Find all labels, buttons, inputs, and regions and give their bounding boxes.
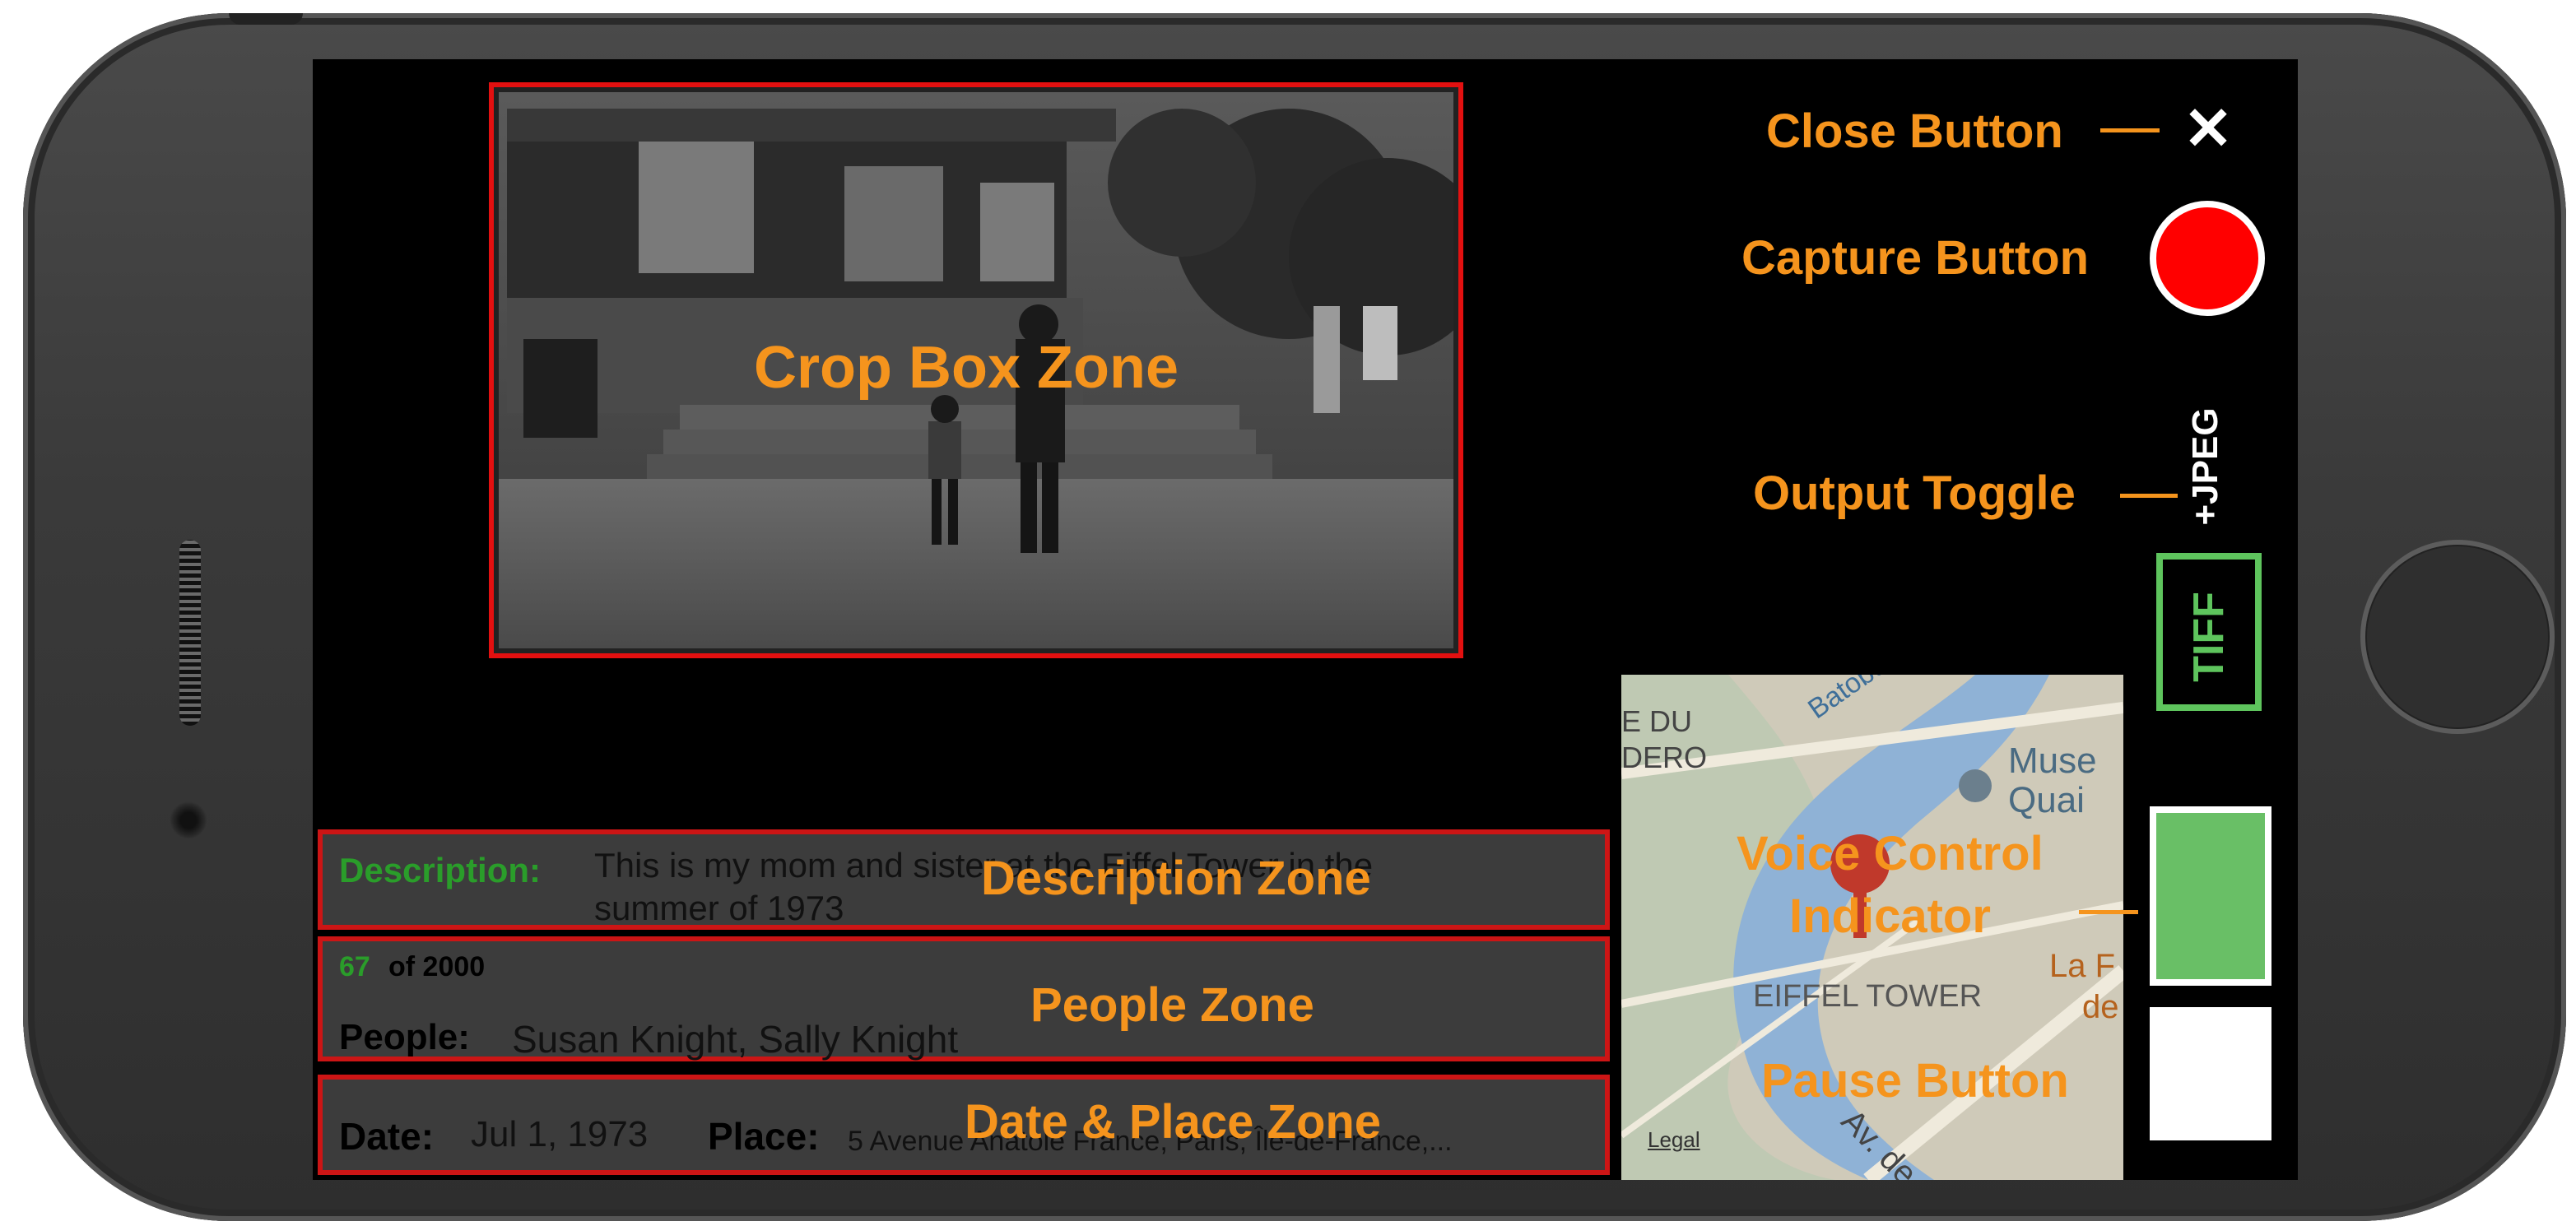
- phone-speaker: [179, 540, 201, 726]
- pause-button[interactable]: [2150, 1007, 2271, 1140]
- date-label: Date:: [339, 1115, 435, 1158]
- description-text-line-2: summer of 1973: [594, 889, 844, 927]
- map-label-la: La F: [2049, 948, 2116, 984]
- date-place-zone-label: Date & Place Zone: [965, 1095, 1382, 1149]
- voice-control-annotation-line-1: Voice Control: [1737, 827, 2044, 880]
- date-place-zone[interactable]: Date: Jul 1, 1973 Place: 5 Avenue Anatol…: [318, 1075, 1610, 1175]
- output-toggle-tiff-label: TIFF: [2185, 592, 2233, 682]
- people-value: Susan Knight, Sally Knight: [512, 1018, 959, 1061]
- voice-control-indicator: [2150, 806, 2271, 986]
- map-legal-link[interactable]: Legal: [1648, 1127, 1700, 1153]
- people-count-total: of 2000: [388, 951, 486, 982]
- output-toggle-jpeg[interactable]: +JPEG: [2173, 388, 2239, 553]
- map-label-dero: DERO: [1621, 741, 1708, 774]
- people-count-current: 67: [339, 951, 370, 982]
- description-zone-label: Description Zone: [981, 852, 1371, 905]
- camera-screen: Crop Box Zone Description: This is my mo…: [313, 59, 2298, 1180]
- description-zone[interactable]: Description: This is my mom and sister a…: [318, 829, 1610, 930]
- close-button-annotation: Close Button: [1766, 104, 2063, 158]
- people-zone-label: People Zone: [1030, 978, 1314, 1032]
- output-toggle-jpeg-label: +JPEG: [2185, 407, 2225, 526]
- description-label: Description:: [339, 851, 542, 889]
- map-label-muse: Muse: [2008, 741, 2097, 781]
- home-button[interactable]: [2360, 540, 2555, 734]
- people-label: People:: [339, 1017, 470, 1057]
- output-toggle-tiff[interactable]: TIFF: [2156, 553, 2262, 711]
- map-label-de: de: [2082, 989, 2119, 1025]
- pause-button-annotation: Pause Button: [1761, 1054, 2069, 1108]
- close-button-leader-line: [2100, 128, 2160, 132]
- place-label: Place:: [708, 1115, 820, 1158]
- map-label-quai: Quai: [2008, 780, 2085, 820]
- voice-control-leader-line: [2079, 910, 2138, 914]
- people-zone[interactable]: 67 of 2000 People: Susan Knight, Sally K…: [318, 936, 1610, 1061]
- output-toggle-leader-line: [2120, 494, 2178, 498]
- output-toggle-annotation: Output Toggle: [1753, 467, 2076, 520]
- map-label-e-du: E DU: [1621, 704, 1693, 738]
- crop-box-zone-label: Crop Box Zone: [754, 335, 1179, 401]
- map-label-eiffel: EIFFEL TOWER: [1753, 979, 1983, 1014]
- phone-camera: [170, 801, 207, 839]
- crop-box-zone[interactable]: Crop Box Zone: [489, 82, 1463, 658]
- capture-button-annotation: Capture Button: [1741, 231, 2090, 285]
- phone-top-button: [229, 13, 303, 25]
- capture-button[interactable]: [2150, 201, 2265, 316]
- date-value: Jul 1, 1973: [471, 1114, 649, 1154]
- voice-control-annotation-line-2: Indicator: [1789, 889, 1991, 943]
- close-button[interactable]: ✕: [2179, 100, 2237, 159]
